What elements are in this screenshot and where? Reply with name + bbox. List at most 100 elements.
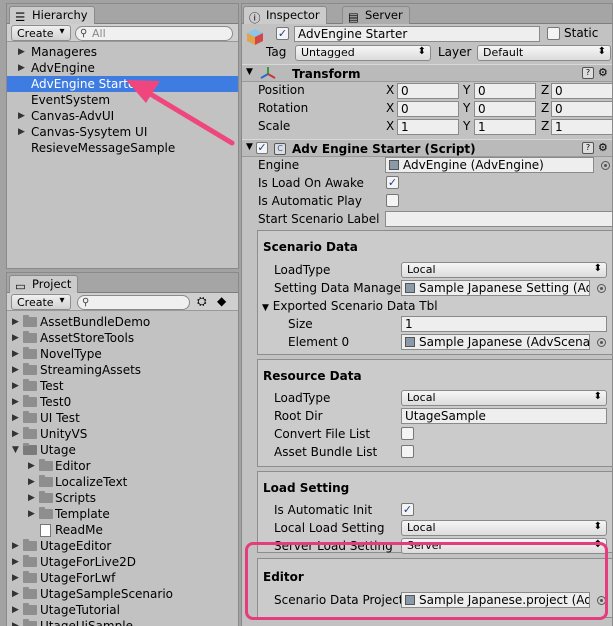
filter-type-icon[interactable]: ⛭ (197, 294, 207, 309)
rotation-x-field[interactable]: 0 (397, 101, 459, 117)
tab-inspector[interactable]: ⓘ Inspector (243, 6, 327, 25)
scale-y-field[interactable]: 1 (474, 119, 536, 135)
project-search-input[interactable]: ⚲ (77, 295, 190, 310)
rotation-z-field[interactable]: 0 (551, 101, 612, 117)
tab-server[interactable]: ▤ Server (342, 6, 410, 24)
project-folder[interactable]: ▶ UtageEditor (7, 538, 238, 554)
object-name-field[interactable]: AdvEngine Starter (294, 26, 540, 42)
expand-arrow-icon[interactable]: ▶ (28, 458, 35, 474)
scale-z-field[interactable]: 1 (551, 119, 612, 135)
project-folder[interactable]: ▶ Scripts (7, 490, 238, 506)
object-picker-icon[interactable] (601, 161, 610, 170)
help-book-icon[interactable]: ? (582, 142, 594, 154)
collapse-arrow-icon[interactable]: ▼ (246, 142, 253, 152)
expand-arrow-icon[interactable]: ▶ (12, 314, 19, 330)
project-folder[interactable]: ▶ UtageTutorial (7, 602, 238, 618)
convert-file-list-checkbox[interactable] (401, 427, 414, 440)
element0-label: Element 0 (288, 335, 350, 349)
auto-play-checkbox[interactable] (386, 194, 399, 207)
expand-arrow-icon[interactable]: ▶ (18, 60, 25, 76)
collapse-arrow-icon[interactable]: ▼ (12, 442, 19, 458)
collapse-arrow-icon[interactable]: ▼ (246, 67, 253, 77)
size-field[interactable]: 1 (401, 316, 607, 332)
load-on-awake-checkbox[interactable]: ✓ (386, 176, 399, 189)
layer-dropdown[interactable]: Default ⬍ (477, 45, 611, 61)
expand-arrow-icon[interactable]: ▶ (12, 346, 19, 362)
scale-x-field[interactable]: 1 (397, 119, 459, 135)
expand-arrow-icon[interactable]: ▶ (12, 410, 19, 426)
transform-header[interactable]: ▼ Transform ? ⚙ (242, 64, 612, 82)
project-folder[interactable]: ▶ UtageForLive2D (7, 554, 238, 570)
auto-init-checkbox[interactable]: ✓ (401, 503, 414, 516)
gear-icon[interactable]: ⚙ (598, 66, 608, 79)
hierarchy-item[interactable]: ▶ Manageres (7, 44, 238, 60)
project-folder[interactable]: ▶ NovelType (7, 346, 238, 362)
static-checkbox[interactable] (547, 27, 560, 40)
project-folder[interactable]: ▶ UnityVS (7, 426, 238, 442)
project-folder[interactable]: ▶ Test0 (7, 394, 238, 410)
project-folder[interactable]: ▶ UI Test (7, 410, 238, 426)
expand-arrow-icon[interactable]: ▶ (12, 538, 19, 554)
expand-arrow-icon[interactable]: ▶ (12, 554, 19, 570)
project-folder[interactable]: ▶ Template (7, 506, 238, 522)
expand-arrow-icon[interactable]: ▶ (12, 602, 19, 618)
position-z-field[interactable]: 0 (551, 83, 612, 99)
exported-tbl-label[interactable]: ▼ Exported Scenario Data Tbl (262, 299, 438, 313)
hierarchy-item[interactable]: ▶ AdvEngine (7, 60, 238, 76)
expand-arrow-icon[interactable]: ▶ (18, 108, 25, 124)
local-load-setting-dropdown[interactable]: Local ⬍ (401, 520, 607, 536)
expand-arrow-icon[interactable]: ▶ (12, 362, 19, 378)
script-component-header[interactable]: ▼ ✓ C Adv Engine Starter (Script) ? ⚙ (242, 139, 612, 157)
filter-label-icon[interactable]: ◆ (217, 294, 226, 308)
expand-arrow-icon[interactable]: ▶ (12, 330, 19, 346)
project-folder[interactable]: ▶ Test (7, 378, 238, 394)
tab-hierarchy[interactable]: ☰ Hierarchy (9, 6, 95, 24)
expand-arrow-icon[interactable]: ▶ (12, 394, 19, 410)
expand-arrow-icon[interactable]: ▶ (12, 586, 19, 602)
setting-manager-field[interactable]: Sample Japanese Setting (Adv (401, 280, 590, 296)
project-file[interactable]: ReadMe (7, 522, 238, 538)
tag-dropdown[interactable]: Untagged ⬍ (295, 45, 431, 61)
expand-arrow-icon[interactable]: ▶ (18, 44, 25, 60)
expand-arrow-icon[interactable]: ▶ (28, 506, 35, 522)
element0-field[interactable]: Sample Japanese (AdvScenar (401, 334, 590, 350)
object-picker-icon[interactable] (597, 284, 606, 293)
active-checkbox[interactable]: ✓ (276, 27, 289, 40)
expand-arrow-icon[interactable]: ▶ (12, 570, 19, 586)
object-picker-icon[interactable] (597, 338, 606, 347)
project-folder[interactable]: ▶ UtageForLwf (7, 570, 238, 586)
project-folder[interactable]: ▶ UtageUiSample (7, 618, 238, 626)
engine-object-field[interactable]: AdvEngine (AdvEngine) (385, 157, 594, 173)
expand-arrow-icon[interactable]: ▶ (12, 618, 19, 626)
help-book-icon[interactable]: ? (582, 67, 594, 79)
project-create-button[interactable]: Create (11, 294, 71, 310)
project-folder[interactable]: ▶ StreamingAssets (7, 362, 238, 378)
hierarchy-search-input[interactable]: ⚲ All (75, 26, 233, 41)
auto-play-label: Is Automatic Play (258, 194, 362, 208)
hierarchy-create-button[interactable]: Create (11, 25, 71, 41)
expand-arrow-icon[interactable]: ▶ (12, 426, 19, 442)
root-dir-field[interactable]: UtageSample (401, 408, 607, 424)
gear-icon[interactable]: ⚙ (598, 141, 608, 154)
project-folder[interactable]: ▼ Utage (7, 442, 238, 458)
resource-loadtype-dropdown[interactable]: Local ⬍ (401, 390, 607, 406)
start-label-field[interactable] (385, 211, 612, 227)
position-x-field[interactable]: 0 (397, 83, 459, 99)
scenario-loadtype-dropdown[interactable]: Local ⬍ (401, 262, 607, 278)
folder-icon (23, 347, 37, 359)
project-folder[interactable]: ▶ AssetBundleDemo (7, 314, 238, 330)
project-folder[interactable]: ▶ Editor (7, 458, 238, 474)
asset-bundle-list-checkbox[interactable] (401, 445, 414, 458)
rotation-y-field[interactable]: 0 (474, 101, 536, 117)
expand-arrow-icon[interactable]: ▶ (18, 124, 25, 140)
component-enabled-checkbox[interactable]: ✓ (256, 142, 268, 154)
expand-arrow-icon[interactable]: ▶ (28, 490, 35, 506)
position-y-field[interactable]: 0 (474, 83, 536, 99)
expand-arrow-icon[interactable]: ▶ (28, 474, 35, 490)
project-folder[interactable]: ▶ AssetStoreTools (7, 330, 238, 346)
project-folder[interactable]: ▶ LocalizeText (7, 474, 238, 490)
collapse-arrow-icon[interactable]: ▼ (262, 303, 269, 313)
expand-arrow-icon[interactable]: ▶ (12, 378, 19, 394)
tab-project[interactable]: ▭ Project (9, 275, 79, 293)
project-folder[interactable]: ▶ UtageSampleScenario (7, 586, 238, 602)
